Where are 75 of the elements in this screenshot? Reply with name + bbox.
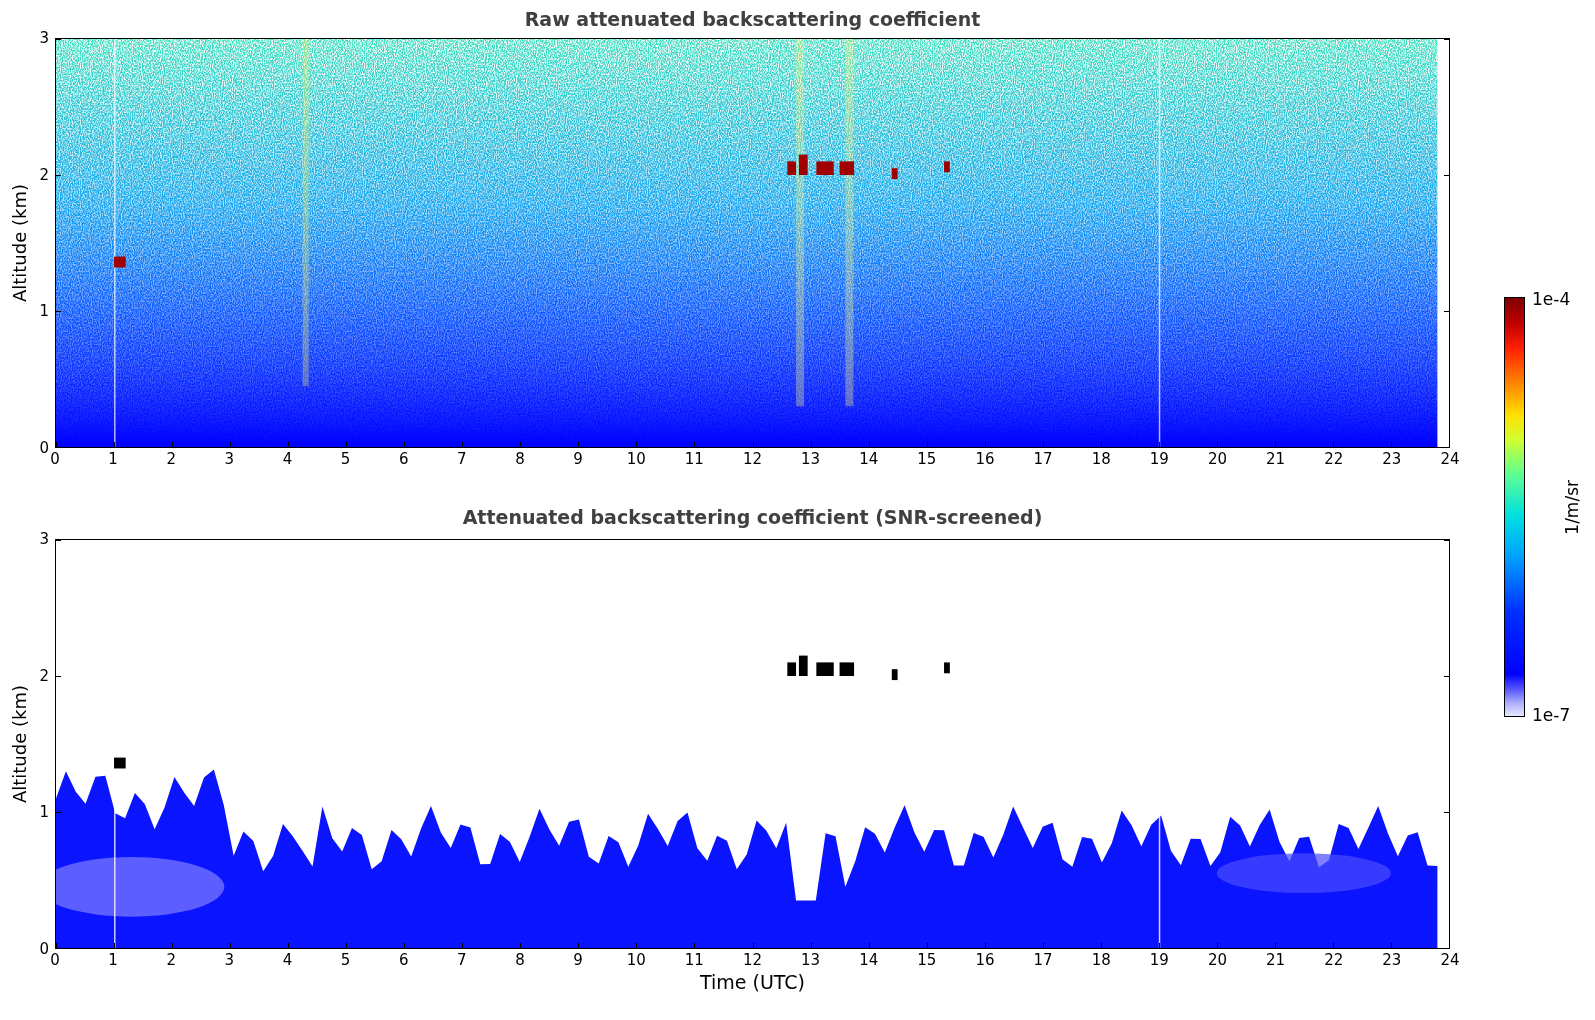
tick-label: 17 bbox=[1033, 953, 1053, 968]
tick-label: 21 bbox=[1266, 953, 1286, 968]
tick-label: 12 bbox=[742, 452, 763, 467]
panel-title: Attenuated backscattering coefficient (SNR-screened) bbox=[462, 505, 1043, 528]
tick-label: 7 bbox=[457, 452, 467, 467]
tick-label: 1 bbox=[39, 303, 49, 319]
tick-label: 8 bbox=[515, 452, 525, 467]
tick-label: 1 bbox=[39, 804, 49, 820]
cloud-patch bbox=[944, 662, 950, 674]
tick-label: 18 bbox=[1091, 452, 1111, 467]
tick-label: 6 bbox=[399, 953, 409, 968]
tick-label: 2 bbox=[39, 668, 49, 684]
tick-label: 4 bbox=[282, 452, 293, 467]
axis-label: Time (UTC) bbox=[700, 971, 805, 993]
tick-label: 4 bbox=[282, 953, 293, 968]
cloud-patch bbox=[816, 662, 834, 676]
tick-label: 13 bbox=[801, 452, 821, 467]
tick-label: 19 bbox=[1149, 953, 1169, 968]
tick-label: 14 bbox=[859, 953, 879, 968]
cloud-patch bbox=[114, 256, 126, 268]
tick-label: 14 bbox=[859, 452, 879, 467]
axis-label: 1/m/sr bbox=[1562, 479, 1582, 535]
tick-label: 13 bbox=[801, 953, 821, 968]
tick-label: 0 bbox=[50, 452, 60, 467]
tick-label: 15 bbox=[917, 953, 937, 968]
tick-label: 20 bbox=[1207, 953, 1228, 968]
tick-label: 0 bbox=[39, 941, 49, 957]
tick-label: 2 bbox=[166, 452, 176, 467]
tick-label: 5 bbox=[340, 953, 351, 968]
panel-title: Raw attenuated backscattering coefficient bbox=[524, 8, 981, 30]
axis-label: Altitude (km) bbox=[9, 684, 30, 804]
tick-label: 8 bbox=[515, 953, 525, 968]
tick-label: 1e-4 bbox=[1532, 289, 1571, 309]
tick-label: 10 bbox=[626, 452, 646, 467]
tick-label: 22 bbox=[1324, 953, 1344, 968]
tick-label: 23 bbox=[1382, 452, 1402, 467]
tick-label: 3 bbox=[224, 452, 235, 467]
tick-label: 3 bbox=[39, 30, 49, 46]
tick-label: 0 bbox=[39, 440, 49, 456]
tick-label: 22 bbox=[1324, 452, 1344, 467]
tick-label: 23 bbox=[1382, 953, 1402, 968]
tick-label: 21 bbox=[1266, 452, 1286, 467]
tick-label: 24 bbox=[1440, 452, 1460, 467]
tick-label: 10 bbox=[626, 953, 646, 968]
cloud-patch bbox=[944, 161, 950, 173]
tick-label: 1e-7 bbox=[1532, 705, 1571, 725]
cloud-patch bbox=[891, 669, 898, 681]
tick-label: 9 bbox=[573, 953, 583, 968]
tick-label: 11 bbox=[684, 452, 704, 467]
tick-label: 3 bbox=[224, 953, 235, 968]
cloud-patch bbox=[891, 168, 898, 180]
tick-label: 2 bbox=[39, 167, 49, 183]
tick-label: 15 bbox=[917, 452, 937, 467]
tick-label: 7 bbox=[457, 953, 467, 968]
tick-label: 18 bbox=[1091, 953, 1111, 968]
tick-label: 3 bbox=[39, 531, 49, 547]
cloud-patch bbox=[114, 757, 126, 769]
tick-label: 11 bbox=[684, 953, 704, 968]
tick-label: 0 bbox=[50, 953, 60, 968]
tick-label: 20 bbox=[1207, 452, 1228, 467]
tick-label: 5 bbox=[340, 452, 351, 467]
tick-label: 16 bbox=[975, 452, 995, 467]
cloud-patch bbox=[839, 662, 855, 676]
tick-label: 24 bbox=[1440, 953, 1460, 968]
tick-label: 19 bbox=[1149, 452, 1169, 467]
axis-label: Altitude (km) bbox=[9, 183, 30, 303]
tick-label: 9 bbox=[573, 452, 583, 467]
tick-label: 2 bbox=[166, 953, 176, 968]
tick-label: 16 bbox=[975, 953, 995, 968]
tick-label: 6 bbox=[399, 452, 409, 467]
tick-label: 17 bbox=[1033, 452, 1053, 467]
tick-label: 1 bbox=[108, 452, 118, 467]
tick-label: 1 bbox=[108, 953, 118, 968]
cloud-patch bbox=[816, 161, 834, 175]
tick-label: 12 bbox=[742, 953, 763, 968]
